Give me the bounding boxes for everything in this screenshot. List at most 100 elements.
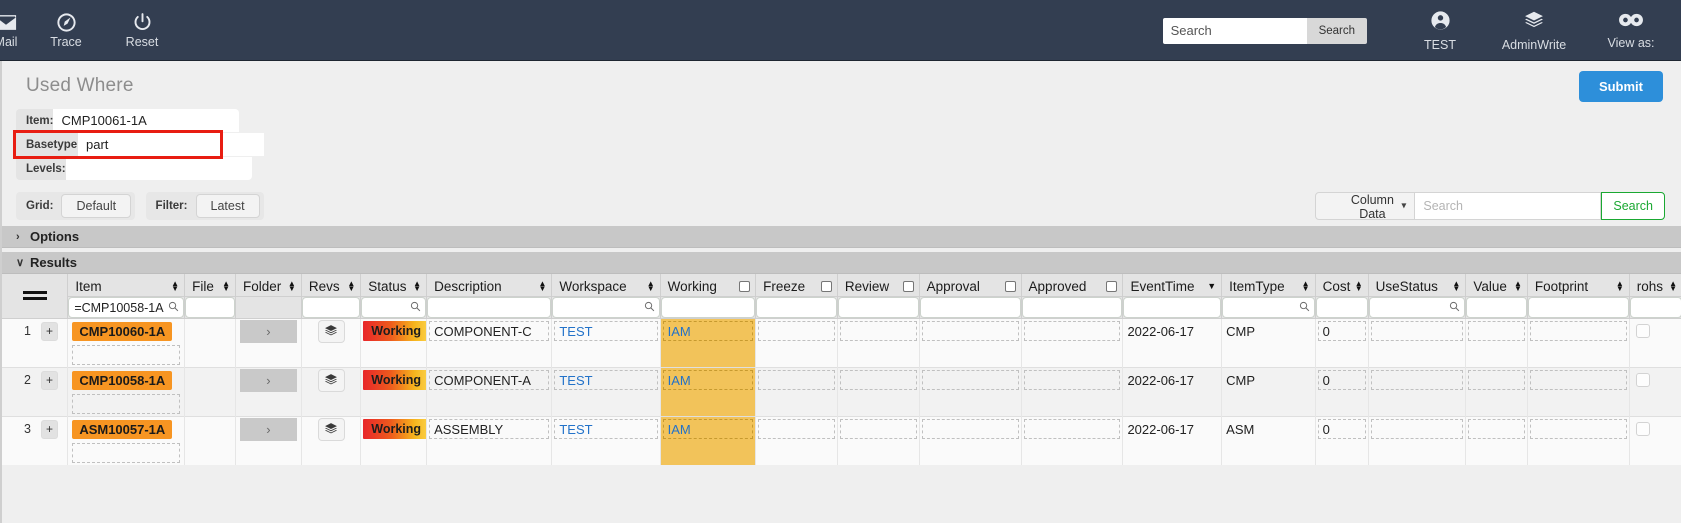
nav-item-user-test[interactable]: TEST <box>1393 0 1487 61</box>
table-header-approved[interactable]: Approved <box>1021 274 1124 297</box>
filter-input-description[interactable] <box>428 300 551 315</box>
sort-toggle-icon[interactable]: ▲ ▼ <box>1669 280 1677 293</box>
revs-layers-icon[interactable] <box>317 417 345 441</box>
value-value[interactable] <box>1468 370 1525 390</box>
filter-input-working[interactable] <box>661 300 755 315</box>
folder-expand-button[interactable]: › <box>240 368 297 392</box>
approval-value[interactable] <box>921 321 1019 341</box>
grid-menu-icon[interactable] <box>2 274 67 316</box>
approved-value[interactable] <box>1023 370 1121 390</box>
item-tag[interactable]: CMP10060-1A <box>72 321 173 341</box>
filter-input-cost[interactable] <box>1316 300 1367 315</box>
filter-input-review[interactable] <box>838 300 918 315</box>
table-header-usestatus[interactable]: UseStatus ▲ ▼ <box>1368 274 1467 297</box>
global-search-input[interactable] <box>1162 17 1307 44</box>
filter-input-approval[interactable] <box>920 300 1020 315</box>
review-value[interactable] <box>839 419 917 439</box>
row-expand-button[interactable]: + <box>40 321 58 341</box>
filter-input-freeze[interactable] <box>757 300 836 315</box>
table-header-approval[interactable]: Approval <box>919 274 1022 297</box>
usestatus-value[interactable] <box>1370 370 1464 390</box>
table-header-folder[interactable]: Folder ▲ ▼ <box>235 274 302 297</box>
description-value[interactable]: COMPONENT-A <box>429 370 550 390</box>
section-results[interactable]: ∨ Results <box>2 252 1681 274</box>
revs-layers-icon[interactable] <box>317 319 345 343</box>
table-row[interactable]: 1 + CMP10060-1A › Working COMPONENT-C TEST IAM 2… <box>2 318 1681 368</box>
rohs-checkbox[interactable] <box>1635 422 1650 436</box>
filter-input-eventtime[interactable] <box>1124 300 1221 315</box>
submit-button[interactable]: Submit <box>1578 71 1663 102</box>
review-value[interactable] <box>839 370 917 390</box>
workspace-value[interactable]: TEST <box>554 419 658 439</box>
header-checkbox-review[interactable] <box>902 280 914 292</box>
cost-value[interactable]: 0 <box>1317 321 1366 341</box>
rohs-checkbox[interactable] <box>1635 373 1650 387</box>
table-row[interactable]: 3 + ASM10057-1A › Working ASSEMBLY TEST IAM 2022… <box>2 416 1681 465</box>
sort-toggle-icon[interactable]: ▲ ▼ <box>1302 280 1310 293</box>
sort-toggle-icon[interactable]: ▲ ▼ <box>222 280 230 293</box>
filter-input-workspace[interactable] <box>553 300 659 315</box>
usestatus-value[interactable] <box>1370 321 1464 341</box>
sort-toggle-icon[interactable]: ▲ ▼ <box>171 280 179 293</box>
section-options[interactable]: › Options <box>2 226 1681 248</box>
rohs-checkbox[interactable] <box>1635 324 1650 338</box>
grid-default-button[interactable]: Default <box>61 194 132 218</box>
table-header-cost[interactable]: Cost ▲ ▼ <box>1315 274 1369 297</box>
basetype-field[interactable] <box>78 133 264 156</box>
workspace-value[interactable]: TEST <box>554 370 658 390</box>
filter-input-footprint[interactable] <box>1528 300 1628 315</box>
filter-input-status[interactable] <box>362 300 426 315</box>
global-search-button[interactable]: Search <box>1306 17 1367 44</box>
revs-layers-icon[interactable] <box>317 368 345 392</box>
header-checkbox-approval[interactable] <box>1004 280 1016 292</box>
table-header-itemtype[interactable]: ItemType ▲ ▼ <box>1221 274 1316 297</box>
header-checkbox-freeze[interactable] <box>820 280 832 292</box>
table-row[interactable]: 2 + CMP10058-1A › Working COMPONENT-A TEST IAM 2… <box>2 367 1681 417</box>
cost-value[interactable]: 0 <box>1317 419 1366 439</box>
table-header-rohs[interactable]: rohs ▲ ▼ <box>1629 274 1681 297</box>
freeze-value[interactable] <box>758 419 835 439</box>
working-value[interactable]: IAM <box>662 321 754 341</box>
header-checkbox-approved[interactable] <box>1106 280 1118 292</box>
folder-expand-button[interactable]: › <box>240 319 297 343</box>
freeze-value[interactable] <box>758 370 835 390</box>
table-header-description[interactable]: Description ▲ ▼ <box>426 274 553 297</box>
levels-field[interactable] <box>65 157 252 180</box>
filter-input-value[interactable] <box>1467 300 1526 315</box>
sort-toggle-icon[interactable]: ▲ ▼ <box>1355 280 1363 293</box>
filter-input-file[interactable] <box>186 300 235 315</box>
freeze-value[interactable] <box>758 321 835 341</box>
working-value[interactable]: IAM <box>662 370 754 390</box>
filter-input-approved[interactable] <box>1022 300 1122 315</box>
search-scope-select[interactable]: Column Data <box>1315 192 1416 221</box>
header-checkbox-working[interactable] <box>739 280 751 292</box>
footprint-value[interactable] <box>1529 370 1627 390</box>
workspace-value[interactable]: TEST <box>554 321 658 341</box>
item-tag[interactable]: ASM10057-1A <box>72 419 173 439</box>
table-header-workspace[interactable]: Workspace ▲ ▼ <box>551 274 661 297</box>
cost-value[interactable]: 0 <box>1317 370 1366 390</box>
filter-input-usestatus[interactable] <box>1369 300 1465 315</box>
value-value[interactable] <box>1468 321 1525 341</box>
table-header-status[interactable]: Status ▲ ▼ <box>360 274 428 297</box>
nav-item-trace[interactable]: Trace <box>28 0 104 61</box>
approval-value[interactable] <box>921 419 1019 439</box>
description-value[interactable]: ASSEMBLY <box>429 419 550 439</box>
description-value[interactable]: COMPONENT-C <box>429 321 550 341</box>
footprint-value[interactable] <box>1529 321 1627 341</box>
item-tag[interactable]: CMP10058-1A <box>72 370 173 390</box>
table-header-review[interactable]: Review <box>837 274 920 297</box>
sort-toggle-icon[interactable]: ▲ ▼ <box>1514 280 1522 293</box>
sort-toggle-icon[interactable]: ▲ ▼ <box>1616 280 1624 293</box>
sort-toggle-icon[interactable]: ▲ ▼ <box>538 280 546 293</box>
table-header-eventtime[interactable]: EventTime ▼ <box>1122 274 1223 297</box>
row-expand-button[interactable]: + <box>40 370 58 390</box>
nav-item-reset[interactable]: Reset <box>104 0 180 61</box>
filter-input-itemtype[interactable] <box>1223 300 1314 315</box>
table-header-footprint[interactable]: Footprint ▲ ▼ <box>1527 274 1630 297</box>
grid-search-button[interactable]: Search <box>1601 192 1665 220</box>
sort-toggle-icon[interactable]: ▲ ▼ <box>288 280 296 293</box>
approval-value[interactable] <box>921 370 1019 390</box>
working-value[interactable]: IAM <box>662 419 754 439</box>
folder-expand-button[interactable]: › <box>240 417 297 441</box>
